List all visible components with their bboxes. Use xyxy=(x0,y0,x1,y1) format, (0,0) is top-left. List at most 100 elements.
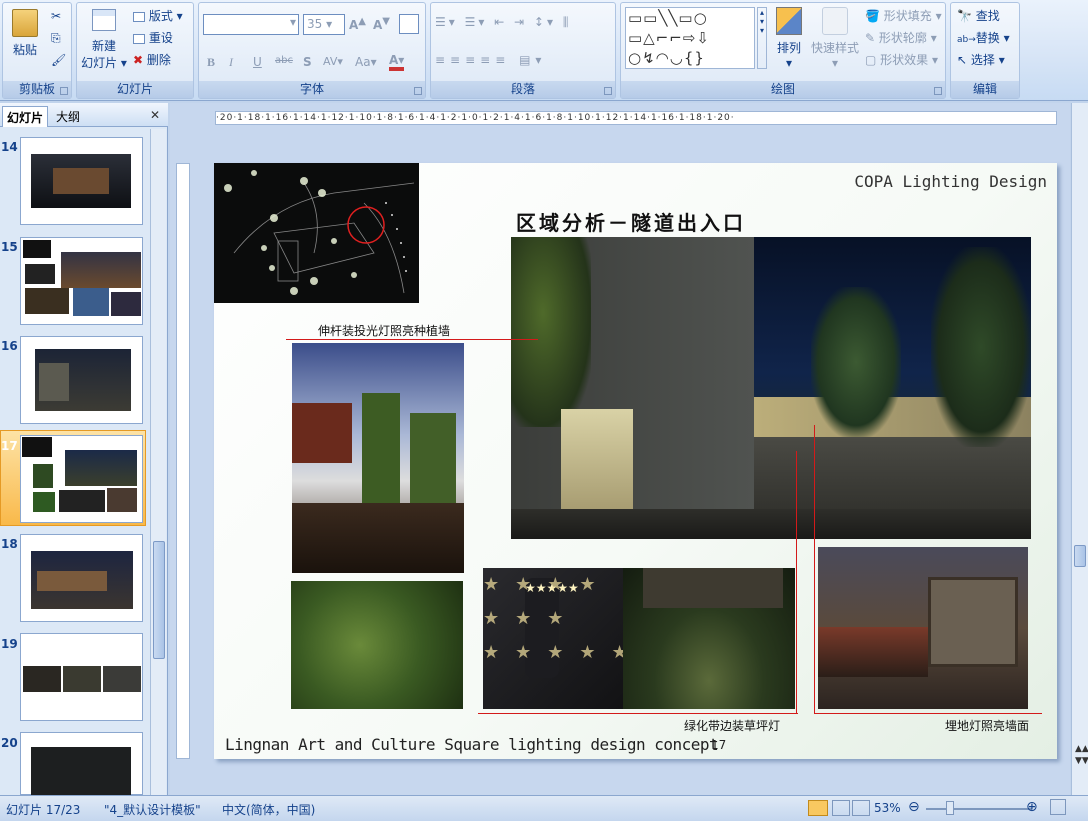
zoom-slider[interactable] xyxy=(926,808,1032,810)
copy-icon[interactable]: ⎘ xyxy=(51,31,61,46)
slide-number: 17 xyxy=(1,439,18,453)
star-lawn-lamp-photo: ★★★★★ ★★★★ ★★★ ★★★★★ xyxy=(483,568,623,709)
callout-pole-light: 伸杆装投光灯照亮种植墙 xyxy=(318,324,451,338)
slide-thumbnail[interactable] xyxy=(20,534,143,622)
reset-button[interactable]: 重设 xyxy=(133,29,173,46)
underline-button[interactable]: U xyxy=(253,55,262,69)
slides-label: 幻灯片 xyxy=(77,81,193,98)
editing-group: 🔭 查找 ab→替换 ▾ ↖ 选择 ▾ 编辑 xyxy=(950,2,1020,99)
editor-scrollbar[interactable]: ▲▲ ▼▼ xyxy=(1071,103,1088,795)
prev-next-slide-icon[interactable]: ▲▲ ▼▼ xyxy=(1075,743,1088,767)
grow-font-icon[interactable]: A▲ xyxy=(349,16,366,32)
quick-styles-button[interactable]: 快速样式 ▾ xyxy=(809,7,861,70)
bold-button[interactable]: B xyxy=(207,55,215,70)
shapes-gallery[interactable]: ▭▭╲╲▭○ ▭△⌐⌐⇨⇩ ○↯◠◡{} xyxy=(625,7,755,69)
binoculars-icon: 🔭 xyxy=(957,9,972,23)
reset-icon xyxy=(133,33,145,44)
slide-number: 14 xyxy=(1,140,18,154)
pointer-icon: ↖ xyxy=(957,53,968,67)
change-case-button[interactable]: Aa▾ xyxy=(355,55,377,69)
slide-thumbnail[interactable] xyxy=(20,336,143,424)
shape-effects-button[interactable]: ▢ 形状效果 ▾ xyxy=(865,51,938,68)
scrollbar-thumb[interactable] xyxy=(153,541,165,659)
arrange-icon xyxy=(776,7,802,35)
pane-tabs: 幻灯片 大纲 ✕ xyxy=(0,103,168,127)
slides-pane: 幻灯片 大纲 ✕ 14 15 16 17 18 19 20 xyxy=(0,103,168,795)
slide-thumbnail[interactable] xyxy=(20,633,143,721)
site-plan-image xyxy=(214,163,419,303)
tab-outline[interactable]: 大纲 xyxy=(52,106,84,127)
font-color-button[interactable]: A▾ xyxy=(389,53,405,71)
footer-text: Lingnan Art and Culture Square lighting … xyxy=(225,735,719,754)
clipboard-group: 粘贴 ✂ ⎘ 🖌 剪贴板 xyxy=(2,2,72,99)
replace-button[interactable]: ab→替换 ▾ xyxy=(957,29,1010,46)
char-spacing-button[interactable]: AV▾ xyxy=(323,55,343,68)
italic-button[interactable]: I xyxy=(229,55,233,70)
language[interactable]: 中文(简体，中国) xyxy=(222,801,315,818)
paste-icon xyxy=(12,9,38,37)
select-button[interactable]: ↖ 选择 ▾ xyxy=(957,51,1005,68)
slide-thumbnail[interactable] xyxy=(20,237,143,325)
alignment-buttons[interactable]: ≡≡≡≡≡ ▤▾ xyxy=(435,53,546,67)
paste-button[interactable]: 粘贴 xyxy=(9,7,41,63)
slide-thumbnail[interactable] xyxy=(20,732,143,795)
quick-styles-icon xyxy=(822,7,848,35)
zoom-level[interactable]: 53% xyxy=(874,801,901,815)
zoom-slider-handle[interactable] xyxy=(946,801,954,815)
shape-fill-button[interactable]: 🪣 形状填充 ▾ xyxy=(865,7,942,24)
font-name-select[interactable]: ▾ xyxy=(203,14,299,35)
zoom-out-icon[interactable]: ⊖ xyxy=(908,799,920,815)
lawn-lights-photo xyxy=(623,568,795,709)
format-painter-icon[interactable]: 🖌 xyxy=(51,53,66,67)
delete-icon: ✖ xyxy=(133,53,144,67)
zoom-in-icon[interactable]: ⊕ xyxy=(1026,799,1038,815)
shadow-button[interactable]: S xyxy=(303,55,312,69)
layout-button[interactable]: 版式 ▾ xyxy=(133,7,183,24)
dialog-launcher-icon[interactable] xyxy=(60,87,68,95)
normal-view-icon[interactable] xyxy=(808,800,828,816)
delete-button[interactable]: ✖ 删除 xyxy=(133,51,171,68)
dialog-launcher-icon[interactable] xyxy=(414,87,422,95)
in-ground-lights-photo xyxy=(818,547,1028,709)
scrollbar-thumb[interactable] xyxy=(1074,545,1086,567)
thumbnail-scrollbar[interactable] xyxy=(150,129,166,795)
tab-slides[interactable]: 幻灯片 xyxy=(2,106,49,127)
list-buttons[interactable]: ☰▾ ☰▾ ⇤ ⇥ ↕▾ ⫼ xyxy=(435,15,571,30)
callout-ground-light: 埋地灯照亮墙面 xyxy=(945,719,1030,733)
editing-label: 编辑 xyxy=(951,81,1019,98)
callout-line xyxy=(286,339,538,340)
font-size-select[interactable]: 35 ▾ xyxy=(303,14,345,35)
cut-icon[interactable]: ✂ xyxy=(51,9,61,23)
dialog-launcher-icon[interactable] xyxy=(604,87,612,95)
layout-icon xyxy=(133,11,145,22)
shape-outline-button[interactable]: ✎ 形状轮廓 ▾ xyxy=(865,29,937,46)
slide-number: 18 xyxy=(1,537,18,551)
slide-position: 幻灯片 17/23 xyxy=(6,803,81,817)
slide-number: 19 xyxy=(1,637,18,651)
page-number: 17 xyxy=(711,738,727,752)
shrink-font-icon[interactable]: A▼ xyxy=(373,16,390,32)
slideshow-icon[interactable] xyxy=(852,800,870,816)
dialog-launcher-icon[interactable] xyxy=(934,87,942,95)
arrange-button[interactable]: 排列 ▾ xyxy=(771,7,807,70)
template-name: "4_默认设计模板" xyxy=(104,803,201,817)
callout-line xyxy=(814,425,815,713)
find-button[interactable]: 🔭 查找 xyxy=(957,7,1000,24)
close-pane-icon[interactable]: ✕ xyxy=(146,106,164,127)
slide-sorter-icon[interactable] xyxy=(832,800,850,816)
drawing-label: 绘图 xyxy=(621,81,945,98)
strikethrough-button[interactable]: abc xyxy=(275,55,293,66)
fit-window-icon[interactable] xyxy=(1050,799,1066,815)
new-slide-icon xyxy=(92,9,116,31)
green-wall-closeup-photo xyxy=(291,581,463,709)
clear-format-icon[interactable] xyxy=(399,14,419,34)
shapes-more-button[interactable]: ▴ ▾ ▾ xyxy=(757,7,767,69)
callout-lawn-light: 绿化带边装草坪灯 xyxy=(684,719,781,733)
slide-number: 20 xyxy=(1,736,18,750)
slide-thumbnail-selected[interactable] xyxy=(20,435,143,523)
font-group: ▾ 35 ▾ A▲ A▼ B I U abc S AV▾ Aa▾ A▾ 字体 xyxy=(198,2,426,99)
replace-icon: ab→ xyxy=(957,35,976,45)
slide-canvas[interactable]: COPA Lighting Design 区域分析－隧道出入口 ★★★★★ ★★… xyxy=(214,163,1057,759)
slide-thumbnail[interactable] xyxy=(20,137,143,225)
new-slide-button[interactable]: 新建 幻灯片 ▾ xyxy=(81,7,127,71)
